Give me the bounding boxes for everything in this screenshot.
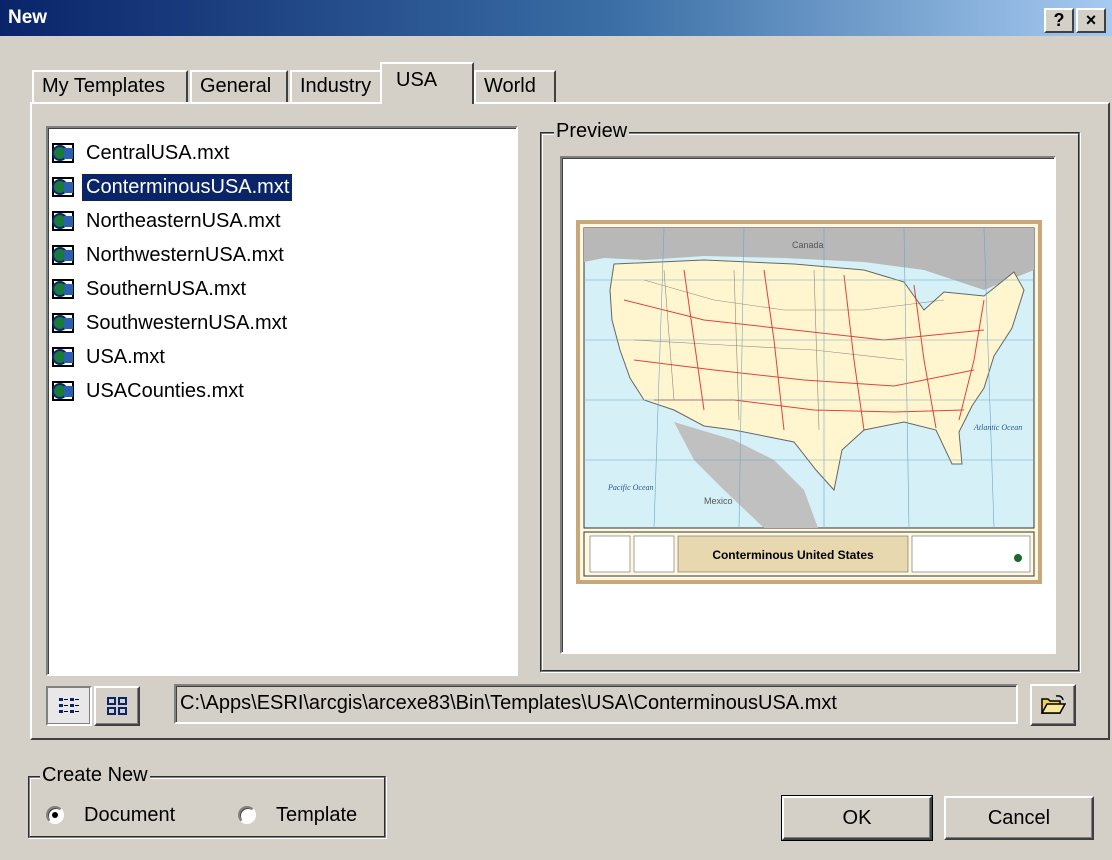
window-title: New xyxy=(8,7,48,28)
tab-my-templates[interactable]: My Templates xyxy=(32,70,188,102)
tab-industry[interactable]: Industry xyxy=(290,70,382,102)
list-item[interactable]: USA.mxt xyxy=(52,342,168,372)
list-item[interactable]: SouthwesternUSA.mxt xyxy=(52,308,290,338)
map-label-mexico: Mexico xyxy=(704,496,733,506)
template-list[interactable]: CentralUSA.mxt ConterminousUSA.mxt North… xyxy=(46,126,518,676)
large-icons-view-button[interactable] xyxy=(94,686,140,726)
tab-label: My Templates xyxy=(42,75,166,97)
list-item[interactable]: ConterminousUSA.mxt xyxy=(52,172,294,202)
template-file-icon xyxy=(52,278,82,300)
tab-label: World xyxy=(484,75,536,97)
list-item-label: USA.mxt xyxy=(86,345,165,368)
list-item-label: SouthwesternUSA.mxt xyxy=(86,311,288,334)
preview-image-frame: Canada Mexico Atlantic Ocean Pacific Oce… xyxy=(560,156,1056,654)
list-item[interactable]: NortheasternUSA.mxt xyxy=(52,206,284,236)
map-label-pacific: Pacific Ocean xyxy=(607,483,654,492)
template-radio-label[interactable]: Template xyxy=(276,804,357,827)
document-radio[interactable] xyxy=(46,806,64,824)
document-radio-label[interactable]: Document xyxy=(84,804,175,827)
help-icon: ? xyxy=(1053,10,1065,30)
list-item[interactable]: CentralUSA.mxt xyxy=(52,138,232,168)
title-bar: New ? × xyxy=(0,0,1112,36)
tab-general[interactable]: General xyxy=(190,70,288,102)
map-label-atlantic: Atlantic Ocean xyxy=(973,423,1022,432)
list-item-label: NorthwesternUSA.mxt xyxy=(86,243,284,266)
list-item-label: CentralUSA.mxt xyxy=(86,141,230,164)
ok-button-label: OK xyxy=(842,806,872,829)
tab-label: USA xyxy=(396,69,438,91)
preview-group-label: Preview xyxy=(554,120,630,143)
list-item[interactable]: NorthwesternUSA.mxt xyxy=(52,240,287,270)
list-item-label: NortheasternUSA.mxt xyxy=(86,209,281,232)
tab-usa[interactable]: USA xyxy=(380,62,474,104)
create-new-group-label: Create New xyxy=(40,764,150,787)
help-button[interactable]: ? xyxy=(1044,8,1074,33)
template-file-icon xyxy=(52,176,82,198)
list-item[interactable]: USACounties.mxt xyxy=(52,376,247,406)
template-radio[interactable] xyxy=(238,806,256,824)
list-item-label: USACounties.mxt xyxy=(86,379,244,402)
tab-label: Industry xyxy=(300,75,372,97)
close-button[interactable]: × xyxy=(1076,8,1106,33)
map-label-canada: Canada xyxy=(792,240,824,250)
radio-selected-dot xyxy=(52,812,58,818)
large-icons-view-icon xyxy=(107,697,127,715)
tab-world[interactable]: World xyxy=(474,70,556,102)
template-file-icon xyxy=(52,244,82,266)
cancel-button[interactable]: Cancel xyxy=(944,796,1094,840)
open-folder-icon xyxy=(1040,695,1066,714)
list-item[interactable]: SouthernUSA.mxt xyxy=(52,274,249,304)
list-view-icon xyxy=(59,698,79,713)
list-item-label: ConterminousUSA.mxt xyxy=(80,172,294,202)
ok-button[interactable]: OK xyxy=(781,795,933,841)
template-file-icon xyxy=(52,210,82,232)
template-file-icon xyxy=(52,346,82,368)
template-path-field[interactable]: C:\Apps\ESRI\arcgis\arcexe83\Bin\Templat… xyxy=(174,684,1018,724)
map-preview-image: Canada Mexico Atlantic Ocean Pacific Oce… xyxy=(576,220,1042,584)
template-path-text: C:\Apps\ESRI\arcgis\arcexe83\Bin\Templat… xyxy=(180,692,837,714)
template-file-icon xyxy=(52,380,82,402)
tab-label: General xyxy=(200,75,272,97)
template-file-icon xyxy=(52,312,82,334)
list-view-button[interactable] xyxy=(46,686,92,726)
list-item-label: SouthernUSA.mxt xyxy=(86,277,247,300)
map-title: Conterminous United States xyxy=(712,548,874,562)
template-file-icon xyxy=(52,142,82,164)
browse-button[interactable] xyxy=(1030,684,1076,726)
cancel-button-label: Cancel xyxy=(987,806,1051,829)
close-icon: × xyxy=(1085,10,1097,30)
